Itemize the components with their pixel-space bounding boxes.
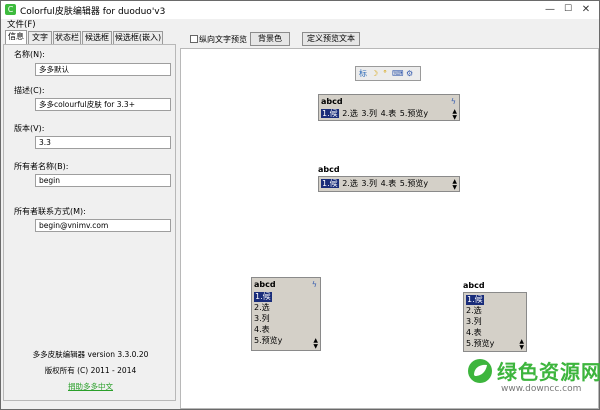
version-label: 版本(V): (14, 124, 45, 133)
moon-icon[interactable]: ☽ (371, 69, 378, 79)
vertical-preview-label[interactable]: 纵向文字预览 (199, 34, 247, 45)
flag-icon: ϟ (311, 280, 317, 289)
info-panel: 名称(N): 多多默认 描述(C): 多多colourful皮肤 for 3.3… (3, 44, 176, 401)
close-button[interactable]: ✕ (579, 3, 593, 16)
leaf-logo-icon (468, 359, 492, 383)
app-window: C Colorful皮肤编辑器 for duoduo'v3 — ☐ ✕ 文件(F… (0, 0, 600, 410)
page-down-icon[interactable]: ▼ (313, 344, 318, 350)
watermark-url: www.downcc.com (501, 384, 582, 394)
candidate-row: 1.候 2.选 3.列 4.表 5.预览y (321, 178, 428, 190)
candidate-item[interactable]: 5.预览y (254, 336, 282, 346)
candidate-item[interactable]: 5.预览y (400, 179, 428, 188)
app-icon: C (5, 4, 16, 15)
candidate-window-horizontal: abcd ϟ 1.候 2.选 3.列 4.表 5.预览y ▲ ▼ (318, 94, 460, 121)
candidate-item[interactable]: 2.选 (254, 303, 270, 313)
owner-contact-label: 所有者联系方式(M): (14, 207, 86, 216)
tab-text[interactable]: 文字 (28, 31, 52, 44)
ime-logo-icon[interactable]: 标 (359, 69, 367, 79)
candidate-item[interactable]: 1.候 (321, 179, 339, 188)
vertical-preview-checkbox[interactable] (190, 35, 198, 43)
candidate-item[interactable]: 2.选 (466, 306, 482, 316)
owner-name-field[interactable]: begin (35, 174, 171, 187)
composition-code: abcd (321, 97, 343, 106)
candidate-item[interactable]: 4.表 (254, 325, 270, 335)
tab-statusbar[interactable]: 状态栏 (53, 31, 81, 44)
keyboard-icon[interactable]: ⌨ (392, 69, 404, 79)
candidate-item[interactable]: 2.选 (342, 109, 358, 118)
donate-link[interactable]: 捐助多多中文 (68, 382, 113, 391)
donate-row: 捐助多多中文 (4, 381, 177, 392)
embedded-composition-code: abcd (463, 281, 485, 290)
composition-code: abcd (254, 280, 276, 289)
candidate-window-embedded-horizontal: 1.候 2.选 3.列 4.表 5.预览y ▲ ▼ (318, 176, 460, 192)
tab-strip: 信息 文字 状态栏 候选框 候选框(嵌入) (5, 30, 175, 44)
preview-toolbar: 纵向文字预览 背景色 定义预览文本 (182, 31, 599, 47)
candidate-item[interactable]: 4.表 (466, 328, 482, 338)
window-title: Colorful皮肤编辑器 for duoduo'v3 (20, 7, 166, 17)
tab-candidate[interactable]: 候选框 (82, 31, 112, 44)
candidate-item[interactable]: 1.候 (466, 295, 484, 305)
title-bar[interactable]: C Colorful皮肤编辑器 for duoduo'v3 — ☐ ✕ (1, 1, 599, 19)
owner-name-label: 所有者名称(B): (14, 162, 69, 171)
page-down-icon[interactable]: ▼ (452, 115, 457, 121)
candidate-item[interactable]: 4.表 (381, 109, 397, 118)
description-field[interactable]: 多多colourful皮肤 for 3.3+ (35, 98, 171, 111)
candidate-window-embedded-vertical: 1.候 2.选 3.列 4.表 5.预览y ▲ ▼ (463, 292, 527, 352)
maximize-button[interactable]: ☐ (561, 3, 575, 16)
page-down-icon[interactable]: ▼ (452, 185, 457, 191)
custom-preview-text-button[interactable]: 定义预览文本 (302, 32, 360, 46)
ime-status-bar[interactable]: 标 ☽ ° ⌨ ⚙ (355, 66, 421, 81)
flag-icon: ϟ (450, 97, 456, 106)
name-field[interactable]: 多多默认 (35, 63, 171, 76)
candidate-item[interactable]: 3.列 (466, 317, 482, 327)
version-text: 多多皮肤编辑器 version 3.3.0.20 (32, 350, 149, 359)
embedded-composition-code: abcd (318, 165, 340, 174)
copyright-text: 版权所有 (C) 2011 - 2014 (44, 366, 137, 375)
minimize-button[interactable]: — (543, 3, 557, 16)
candidate-item[interactable]: 3.列 (361, 109, 377, 118)
punctuation-icon[interactable]: ° (383, 69, 387, 79)
watermark: 绿色资源网 www.downcc.com (467, 354, 600, 406)
name-label: 名称(N): (14, 50, 45, 59)
candidate-item[interactable]: 1.候 (254, 292, 272, 302)
candidate-item[interactable]: 2.选 (342, 179, 358, 188)
candidate-item[interactable]: 5.预览y (400, 109, 428, 118)
tab-candidate-embedded[interactable]: 候选框(嵌入) (113, 31, 163, 44)
candidate-item[interactable]: 4.表 (381, 179, 397, 188)
candidate-row: 1.候 2.选 3.列 4.表 5.预览y (321, 108, 428, 120)
candidate-item[interactable]: 3.列 (361, 179, 377, 188)
candidate-window-vertical: abcd ϟ 1.候 2.选 3.列 4.表 5.预览y ▲ ▼ (251, 277, 321, 351)
description-label: 描述(C): (14, 86, 45, 95)
menu-bar: 文件(F) (1, 19, 599, 31)
watermark-title: 绿色资源网 (497, 360, 600, 384)
candidate-item[interactable]: 3.列 (254, 314, 270, 324)
tab-info[interactable]: 信息 (5, 30, 27, 44)
background-color-button[interactable]: 背景色 (250, 32, 290, 46)
settings-icon[interactable]: ⚙ (406, 69, 413, 79)
version-field[interactable]: 3.3 (35, 136, 171, 149)
owner-contact-field[interactable]: begin@vnimv.com (35, 219, 171, 232)
candidate-item[interactable]: 1.候 (321, 109, 339, 118)
candidate-item[interactable]: 5.预览y (466, 339, 494, 349)
page-down-icon[interactable]: ▼ (519, 345, 524, 351)
